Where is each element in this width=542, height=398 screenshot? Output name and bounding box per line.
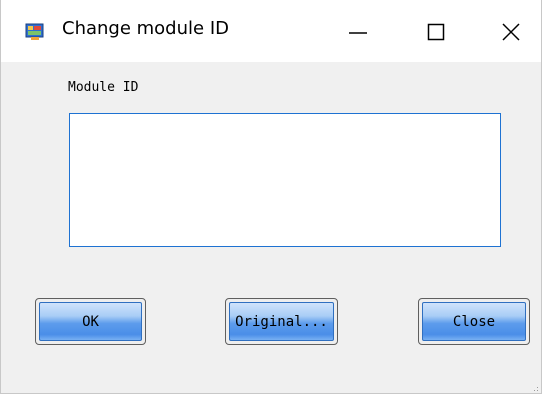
title-bar[interactable]: Change module ID <box>1 0 541 62</box>
maximize-button[interactable] <box>405 0 467 62</box>
close-button-label: Close <box>422 302 526 341</box>
module-id-label: Module ID <box>68 80 139 95</box>
original-button-label: Original... <box>229 302 334 341</box>
resize-grip-icon[interactable] <box>531 380 539 391</box>
close-window-button[interactable] <box>479 0 541 62</box>
window-title: Change module ID <box>62 18 229 39</box>
ok-button-label: OK <box>39 302 142 341</box>
module-id-field[interactable] <box>69 113 501 247</box>
ok-button[interactable]: OK <box>35 298 146 345</box>
minimize-button[interactable] <box>327 0 389 62</box>
original-button[interactable]: Original... <box>225 298 338 345</box>
change-module-id-dialog: Change module ID Module ID OK Original..… <box>0 0 542 394</box>
close-icon <box>502 23 520 41</box>
app-icon <box>25 22 45 42</box>
minimize-icon <box>349 32 367 34</box>
close-button[interactable]: Close <box>418 298 530 345</box>
maximize-icon <box>427 23 445 41</box>
